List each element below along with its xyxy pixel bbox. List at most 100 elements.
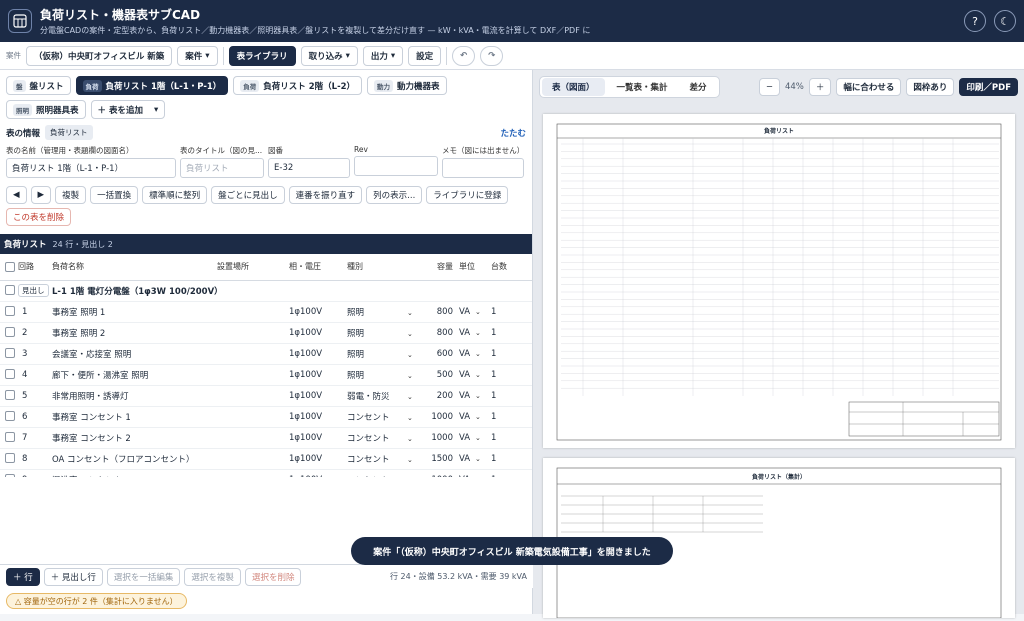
tab-power-equipment[interactable]: 動力 動力機器表 bbox=[367, 76, 447, 95]
load-name-cell[interactable]: 事務室 コンセント 1 bbox=[52, 406, 217, 428]
quantity-cell[interactable]: 1 bbox=[491, 364, 532, 386]
load-name-cell[interactable]: 会議室・応接室 照明 bbox=[52, 343, 217, 365]
zoom-in-button[interactable]: ＋ bbox=[808, 78, 832, 96]
circuit-cell[interactable]: 9 bbox=[18, 469, 52, 477]
capacity-cell[interactable]: 1000 bbox=[419, 406, 459, 428]
location-cell[interactable] bbox=[217, 322, 289, 344]
copy-selection-button[interactable]: 選択を複製 bbox=[184, 567, 241, 586]
phase-cell[interactable]: 1φ100V bbox=[289, 301, 347, 323]
unit-select[interactable]: VA⌄ bbox=[459, 406, 491, 428]
register-library-button[interactable]: ライブラリに登録 bbox=[426, 186, 509, 204]
phase-cell[interactable]: 1φ100V bbox=[289, 322, 347, 344]
quantity-cell[interactable]: 1 bbox=[491, 448, 532, 470]
col-circuit[interactable]: 回路 bbox=[18, 254, 52, 281]
collapse-link[interactable]: たたむ bbox=[500, 127, 526, 139]
row-checkbox[interactable] bbox=[5, 285, 15, 296]
row-checkbox[interactable] bbox=[5, 306, 15, 317]
table-row[interactable]: 8 OA コンセント（フロアコンセント） 1φ100V コンセント ⌄ 1500 VA ⌄ 1 bbox=[0, 448, 532, 470]
case-menu-button[interactable]: 案件 ▾ bbox=[177, 45, 218, 66]
add-table-button[interactable]: ＋ 表を追加 ▾ bbox=[90, 100, 166, 119]
kind-select[interactable]: 照明 ⌄ bbox=[347, 301, 419, 323]
capacity-cell[interactable]: 200 bbox=[419, 385, 459, 407]
kind-select[interactable]: コンセント⌄ bbox=[347, 469, 419, 477]
table-row[interactable]: 3 会議室・応接室 照明 1φ100V 照明 ⌄ 600 VA ⌄ 1 bbox=[0, 343, 532, 365]
col-load-name[interactable]: 負荷名称 bbox=[52, 254, 217, 281]
title-input[interactable]: 負荷リスト bbox=[180, 158, 264, 178]
settings-button[interactable]: 設定 bbox=[408, 45, 442, 66]
location-cell[interactable] bbox=[217, 406, 289, 428]
tab-drawing[interactable]: 表（図面） bbox=[542, 78, 605, 96]
table-row[interactable]: 4 廊下・便所・湯沸室 照明 1φ100V 照明 ⌄ 500 VA ⌄ 1 bbox=[0, 364, 532, 386]
kind-select[interactable]: コンセント⌄ bbox=[347, 427, 419, 449]
phase-cell[interactable]: 1φ100V bbox=[289, 427, 347, 449]
delete-selection-button[interactable]: 選択を削除 bbox=[244, 567, 302, 586]
load-name-cell[interactable]: 事務室 照明 2 bbox=[52, 322, 217, 344]
kind-select[interactable]: コンセント⌄ bbox=[347, 448, 419, 470]
tab-panel-list[interactable]: 盤盤リスト bbox=[6, 76, 71, 95]
quantity-cell[interactable]: 1 bbox=[491, 406, 532, 428]
heading-by-panel-button[interactable]: 盤ごとに見出し bbox=[211, 186, 285, 204]
print-pdf-button[interactable]: 印刷／PDF bbox=[959, 78, 1018, 96]
table-row[interactable]: 7 事務室 コンセント 2 1φ100V コンセント ⌄ 1000 VA ⌄ 1 bbox=[0, 427, 532, 449]
location-cell[interactable] bbox=[217, 385, 289, 407]
name-input[interactable]: 負荷リスト 1階（L-1・P-1） bbox=[6, 158, 176, 178]
unit-select[interactable]: VA⌄ bbox=[459, 322, 491, 344]
circuit-cell[interactable]: 7 bbox=[18, 427, 52, 449]
load-name-cell[interactable]: 湯沸室 コンセント bbox=[52, 469, 217, 477]
quantity-cell[interactable]: 1 bbox=[491, 427, 532, 449]
memo-input[interactable] bbox=[442, 158, 524, 178]
unit-select[interactable]: VA⌄ bbox=[459, 343, 491, 365]
circuit-cell[interactable]: 1 bbox=[18, 301, 52, 323]
frame-toggle-button[interactable]: 図枠あり bbox=[906, 78, 955, 96]
unit-select[interactable]: VA⌄ bbox=[459, 448, 491, 470]
table-row[interactable]: 6 事務室 コンセント 1 1φ100V コンセント ⌄ 1000 VA ⌄ 1 bbox=[0, 406, 532, 428]
capacity-cell[interactable]: 1000 bbox=[419, 469, 459, 477]
capacity-cell[interactable]: 600 bbox=[419, 343, 459, 365]
row-checkbox[interactable] bbox=[5, 432, 15, 443]
drawing-no-input[interactable]: E-32 bbox=[268, 158, 350, 178]
circuit-cell[interactable]: 3 bbox=[18, 343, 52, 365]
phase-cell[interactable]: 1φ100V bbox=[289, 385, 347, 407]
unit-select[interactable]: VA⌄ bbox=[459, 427, 491, 449]
phase-cell[interactable]: 1φ100V bbox=[289, 364, 347, 386]
delete-table-button[interactable]: この表を削除 bbox=[6, 208, 72, 226]
row-checkbox[interactable] bbox=[5, 390, 15, 401]
load-name-cell[interactable]: 非常用照明・誘導灯 bbox=[52, 385, 217, 407]
circuit-cell[interactable]: 2 bbox=[18, 322, 52, 344]
col-location[interactable]: 設置場所 bbox=[217, 254, 289, 281]
table-row[interactable]: 1 事務室 照明 1 1φ100V 照明 ⌄ 800 VA ⌄ 1 bbox=[0, 301, 532, 323]
output-button[interactable]: 出力 ▾ bbox=[362, 45, 404, 66]
table-row[interactable]: 2 事務室 照明 2 1φ100V 照明 ⌄ 800 VA ⌄ 1 bbox=[0, 322, 532, 344]
move-right-button[interactable]: ▶ bbox=[30, 186, 52, 204]
case-select[interactable]: （仮称）中央町オフィスビル 新築 bbox=[26, 45, 173, 66]
duplicate-button[interactable]: 複製 bbox=[55, 186, 87, 204]
row-checkbox[interactable] bbox=[5, 348, 15, 359]
unit-select[interactable]: VA⌄ bbox=[459, 385, 491, 407]
phase-cell[interactable]: 1φ100V bbox=[289, 469, 347, 477]
capacity-cell[interactable]: 800 bbox=[419, 322, 459, 344]
rev-input[interactable] bbox=[354, 156, 438, 176]
redo-button[interactable]: ↷ bbox=[480, 45, 504, 66]
select-all-checkbox[interactable] bbox=[5, 261, 15, 272]
load-name-cell[interactable]: 事務室 コンセント 2 bbox=[52, 427, 217, 449]
row-checkbox[interactable] bbox=[5, 327, 15, 338]
kind-select[interactable]: 照明 ⌄ bbox=[347, 322, 419, 344]
location-cell[interactable] bbox=[217, 301, 289, 323]
circuit-cell[interactable]: 6 bbox=[18, 406, 52, 428]
theme-toggle-icon[interactable]: ☾ bbox=[994, 10, 1016, 32]
move-left-button[interactable]: ◀ bbox=[6, 186, 27, 204]
load-name-cell[interactable]: OA コンセント（フロアコンセント） bbox=[52, 448, 217, 470]
tab-load-list-2f[interactable]: 負荷 負荷リスト 2階（L-2） bbox=[233, 76, 363, 95]
row-checkbox[interactable] bbox=[5, 369, 15, 380]
col-capacity[interactable]: 容量 bbox=[419, 254, 459, 281]
load-name-cell[interactable]: 廊下・便所・湯沸室 照明 bbox=[52, 364, 217, 386]
unit-select[interactable]: VA⌄ bbox=[459, 469, 491, 477]
group-heading-row[interactable]: 見出し L-1 1階 電灯分電盤（1φ3W 100/200V） bbox=[0, 280, 532, 302]
col-kind[interactable]: 種別 bbox=[347, 254, 419, 281]
quantity-cell[interactable]: 1 bbox=[491, 343, 532, 365]
tab-summary[interactable]: 一覧表・集計 bbox=[607, 78, 678, 96]
col-phase[interactable]: 相・電圧 bbox=[289, 254, 347, 281]
load-name-cell[interactable]: 事務室 照明 1 bbox=[52, 301, 217, 323]
col-unit[interactable]: 単位 bbox=[459, 254, 491, 281]
circuit-cell[interactable]: 8 bbox=[18, 448, 52, 470]
